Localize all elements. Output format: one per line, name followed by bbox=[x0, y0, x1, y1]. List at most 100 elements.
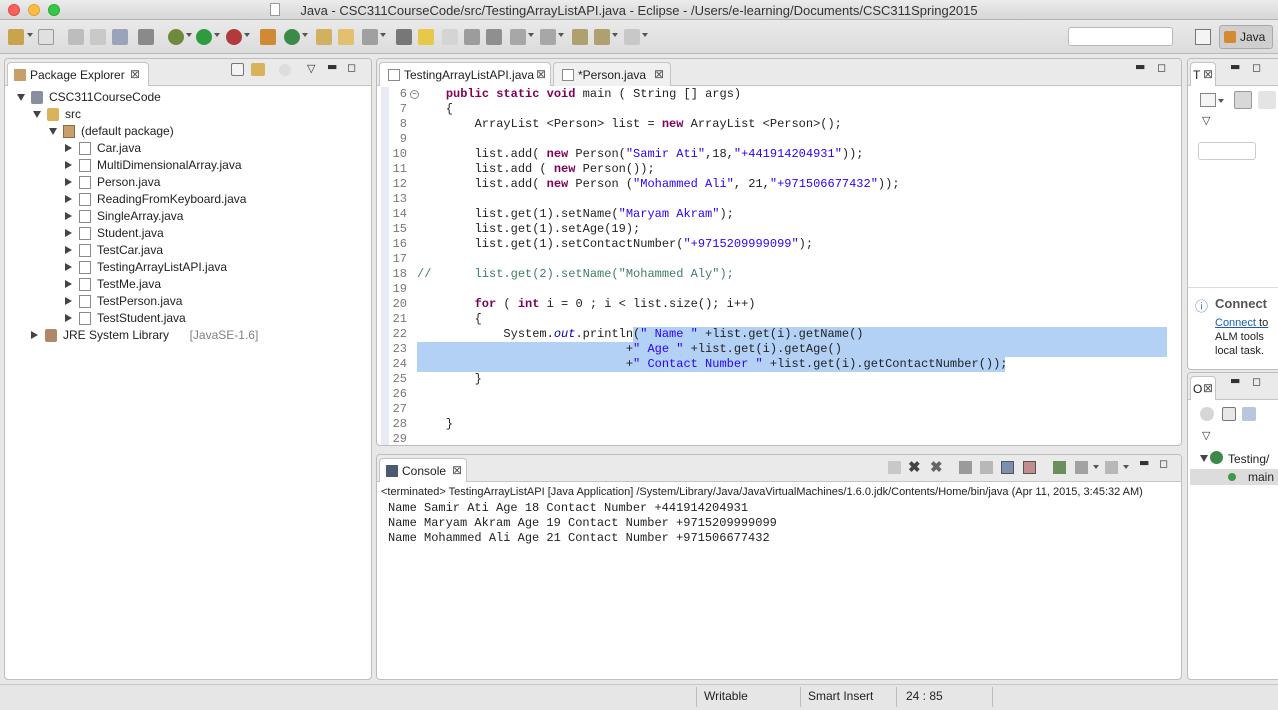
block-selection-icon[interactable] bbox=[464, 29, 480, 45]
outline-class-item[interactable]: Testing/ bbox=[1228, 452, 1269, 466]
connect-link-text[interactable]: Connect bbox=[1215, 317, 1256, 329]
next-annotation-icon[interactable] bbox=[510, 29, 526, 45]
scroll-lock-icon[interactable] bbox=[980, 461, 993, 474]
minimize-icon[interactable]: ▬ bbox=[327, 60, 337, 73]
collapse-all-icon[interactable] bbox=[1222, 407, 1236, 421]
code-line[interactable]: 12 list.add( new Person ("Mohammed Ali",… bbox=[377, 177, 1167, 192]
open-type-icon[interactable] bbox=[316, 29, 332, 45]
run-dropdown-icon[interactable] bbox=[214, 33, 220, 37]
collapse-all-icon[interactable] bbox=[231, 63, 244, 76]
close-icon[interactable]: ⊠ bbox=[536, 67, 546, 81]
run-icon[interactable] bbox=[196, 29, 212, 45]
close-icon[interactable]: ⊠ bbox=[452, 463, 462, 477]
tab-package-explorer[interactable]: Package Explorer ⊠ bbox=[7, 62, 149, 86]
code-line[interactable]: 17 bbox=[377, 252, 1167, 267]
collapsed-toggle-icon[interactable] bbox=[65, 297, 72, 305]
minimize-icon[interactable]: ▬ bbox=[1230, 374, 1240, 387]
code-line[interactable]: 26 bbox=[377, 387, 1167, 402]
connect-link[interactable]: Connect to bbox=[1215, 317, 1268, 329]
close-icon[interactable]: ⊠ bbox=[1203, 67, 1213, 81]
new-dropdown-icon[interactable] bbox=[27, 33, 33, 37]
open-console-dropdown-icon[interactable] bbox=[1123, 465, 1129, 469]
focus-outline-icon[interactable] bbox=[1200, 407, 1214, 421]
pin-console-icon[interactable] bbox=[1053, 461, 1066, 474]
new-icon[interactable] bbox=[8, 29, 24, 45]
code-line[interactable]: 16 list.get(1).setContactNumber("+971520… bbox=[377, 237, 1167, 252]
code-line[interactable]: 28 } bbox=[377, 417, 1167, 432]
forward-icon[interactable] bbox=[624, 29, 640, 45]
new-task-dropdown-icon[interactable] bbox=[1218, 99, 1224, 103]
categorized-icon[interactable] bbox=[1234, 91, 1252, 109]
code-editor[interactable]: 6− public static void main ( String [] a… bbox=[377, 87, 1181, 445]
code-line[interactable]: 15 list.get(1).setAge(19); bbox=[377, 222, 1167, 237]
code-line[interactable]: 8 ArrayList <Person> list = new ArrayLis… bbox=[377, 117, 1167, 132]
minimize-icon[interactable]: ▬ bbox=[1135, 60, 1145, 73]
display-console-dropdown-icon[interactable] bbox=[1093, 465, 1099, 469]
remove-launch-icon[interactable]: ✖ bbox=[908, 458, 921, 476]
code-line[interactable]: 19 bbox=[377, 282, 1167, 297]
code-line[interactable]: 13 bbox=[377, 192, 1167, 207]
external-tools-icon[interactable] bbox=[226, 29, 242, 45]
editor-scrollbar[interactable] bbox=[1169, 89, 1179, 389]
link-with-editor-icon[interactable] bbox=[251, 63, 265, 76]
sort-icon[interactable] bbox=[1242, 407, 1256, 421]
collapsed-toggle-icon[interactable] bbox=[65, 195, 72, 203]
code-line[interactable]: 6− public static void main ( String [] a… bbox=[377, 87, 1167, 102]
collapsed-toggle-icon[interactable] bbox=[65, 263, 72, 271]
outline-method-row[interactable]: main bbox=[1190, 469, 1278, 485]
code-line[interactable]: 23 +" Age " +list.get(i).getAge() bbox=[377, 342, 1167, 357]
code-line[interactable]: 22 System.out.println(" Name " +list.get… bbox=[377, 327, 1167, 342]
java-perspective-button[interactable]: Java bbox=[1219, 25, 1273, 49]
annotation-icon[interactable] bbox=[418, 29, 434, 45]
outline-expand-toggle[interactable] bbox=[1200, 455, 1208, 462]
forward-dropdown-icon[interactable] bbox=[642, 33, 648, 37]
maximize-icon[interactable]: ◻ bbox=[1252, 61, 1261, 74]
expanded-toggle-icon[interactable] bbox=[49, 128, 57, 135]
minimize-icon[interactable]: ▬ bbox=[1230, 60, 1240, 73]
code-line[interactable]: 27 bbox=[377, 402, 1167, 417]
collapsed-toggle-icon[interactable] bbox=[65, 246, 72, 254]
back-icon[interactable] bbox=[594, 29, 610, 45]
collapsed-toggle-icon[interactable] bbox=[65, 144, 72, 152]
code-line[interactable]: 10 list.add( new Person("Samir Ati",18,"… bbox=[377, 147, 1167, 162]
open-perspective-icon[interactable] bbox=[1195, 29, 1211, 45]
new-file-icon[interactable] bbox=[38, 29, 54, 45]
collapsed-toggle-icon[interactable] bbox=[31, 331, 38, 339]
show-on-stderr-icon[interactable] bbox=[1023, 461, 1036, 474]
view-menu-icon[interactable]: ▽ bbox=[1202, 429, 1210, 442]
maximize-icon[interactable]: ◻ bbox=[347, 61, 356, 74]
new-java-project-icon[interactable] bbox=[260, 29, 276, 45]
code-line[interactable]: 25 } bbox=[377, 372, 1167, 387]
view-menu-icon[interactable]: ▽ bbox=[1202, 114, 1210, 127]
display-console-icon[interactable] bbox=[1075, 461, 1088, 474]
collapsed-toggle-icon[interactable] bbox=[65, 229, 72, 237]
focus-icon[interactable] bbox=[279, 64, 291, 76]
collapsed-toggle-icon[interactable] bbox=[65, 178, 72, 186]
external-tools-dropdown-icon[interactable] bbox=[244, 33, 250, 37]
close-icon[interactable]: ⊠ bbox=[654, 67, 664, 81]
tab-task-list[interactable]: T ⊠ bbox=[1190, 62, 1216, 86]
previous-annotation-icon[interactable] bbox=[540, 29, 556, 45]
save-icon[interactable] bbox=[68, 29, 84, 45]
clear-console-icon[interactable] bbox=[959, 461, 972, 474]
close-icon[interactable]: ⊠ bbox=[1203, 381, 1213, 395]
open-folder-icon[interactable] bbox=[338, 29, 354, 45]
collapsed-toggle-icon[interactable] bbox=[65, 314, 72, 322]
terminate-icon[interactable] bbox=[888, 461, 901, 474]
code-line[interactable]: 29 bbox=[377, 432, 1167, 445]
view-menu-icon[interactable]: ▽ bbox=[307, 62, 315, 75]
scheduled-icon[interactable] bbox=[1258, 91, 1276, 109]
back-dropdown-icon[interactable] bbox=[612, 33, 618, 37]
expanded-toggle-icon[interactable] bbox=[17, 94, 25, 101]
code-line[interactable]: 9 bbox=[377, 132, 1167, 147]
tab-outline[interactable]: O ⊠ bbox=[1190, 376, 1216, 400]
expanded-toggle-icon[interactable] bbox=[33, 111, 41, 118]
outline-method-item[interactable]: main bbox=[1248, 470, 1274, 484]
maximize-icon[interactable]: ◻ bbox=[1252, 375, 1261, 388]
debug-dropdown-icon[interactable] bbox=[186, 33, 192, 37]
search-dropdown-icon[interactable] bbox=[380, 33, 386, 37]
show-on-stdout-icon[interactable] bbox=[1001, 461, 1014, 474]
code-line[interactable]: 14 list.get(1).setName("Maryam Akram"); bbox=[377, 207, 1167, 222]
code-line[interactable]: 18 // list.get(2).setName("Mohammed Aly")… bbox=[377, 267, 1167, 282]
search-icon[interactable] bbox=[362, 29, 378, 45]
